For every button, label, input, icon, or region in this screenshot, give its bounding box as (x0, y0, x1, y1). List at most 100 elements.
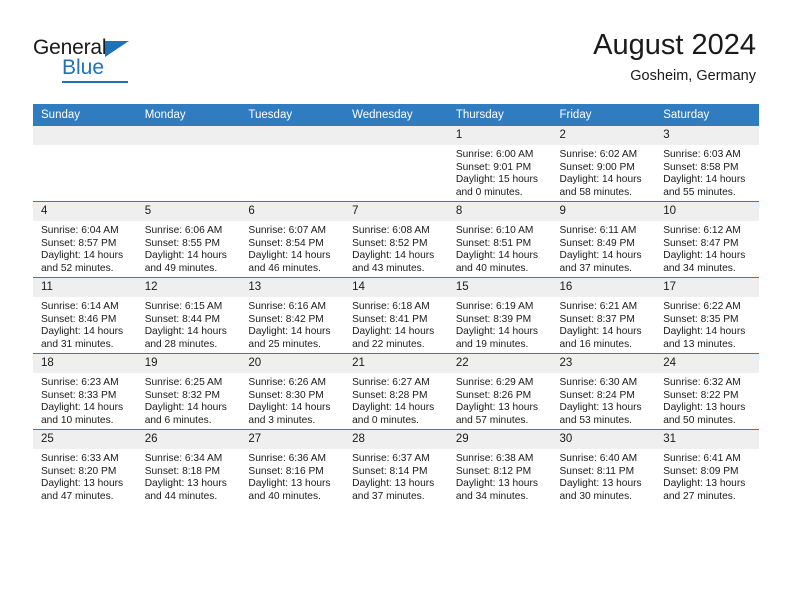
calendar-day-cell[interactable]: 24 Sunrise: 6:32 AM Sunset: 8:22 PM Dayligh… (655, 353, 759, 430)
day-details: Sunrise: 6:37 AM Sunset: 8:14 PM Daylight:… (344, 449, 448, 503)
calendar-day-cell[interactable]: 10 Sunrise: 6:12 AM Sunset: 8:47 PM Dayligh… (655, 201, 759, 278)
day-number: 11 (33, 278, 137, 297)
calendar-day-cell[interactable]: 22 Sunrise: 6:29 AM Sunset: 8:26 PM Dayligh… (447, 353, 552, 430)
sunset-text: Sunset: 8:52 PM (352, 237, 428, 249)
day-number: 16 (551, 278, 656, 297)
calendar-day-cell[interactable]: 12 Sunrise: 6:15 AM Sunset: 8:44 PM Dayligh… (136, 277, 241, 354)
calendar-day-cell[interactable]: 18 Sunrise: 6:23 AM Sunset: 8:33 PM Dayligh… (33, 353, 137, 430)
day-details: Sunrise: 6:06 AM Sunset: 8:55 PM Daylight:… (137, 221, 241, 275)
sunrise-text: Sunrise: 6:08 AM (352, 225, 430, 236)
sunrise-text: Sunrise: 6:18 AM (352, 301, 430, 312)
calendar-day-cell[interactable]: 2 Sunrise: 6:02 AM Sunset: 9:00 PM Daylight… (551, 126, 656, 202)
calendar-day-cell[interactable]: 21 Sunrise: 6:27 AM Sunset: 8:28 PM Dayligh… (344, 353, 448, 430)
day-number: 4 (33, 202, 137, 221)
calendar-day-cell[interactable]: 7 Sunrise: 6:08 AM Sunset: 8:52 PM Daylight… (344, 201, 448, 278)
calendar-day-cell[interactable]: 8 Sunrise: 6:10 AM Sunset: 8:51 PM Daylight… (447, 201, 552, 278)
daylight-text: Daylight: 14 hours and 49 minutes. (144, 250, 227, 274)
calendar-week-row: 11 Sunrise: 6:14 AM Sunset: 8:46 PM Dayligh… (33, 277, 759, 354)
day-number: 29 (447, 430, 552, 449)
sunrise-text: Sunrise: 6:14 AM (41, 301, 119, 312)
sunrise-text: Sunrise: 6:10 AM (455, 225, 534, 236)
calendar-day-cell[interactable]: 27 Sunrise: 6:36 AM Sunset: 8:16 PM Dayligh… (240, 429, 345, 505)
daylight-text: Daylight: 13 hours and 27 minutes. (663, 478, 746, 502)
calendar-day-cell[interactable]: 15 Sunrise: 6:19 AM Sunset: 8:39 PM Dayligh… (447, 277, 552, 354)
day-details: Sunrise: 6:02 AM Sunset: 9:00 PM Daylight:… (552, 145, 656, 199)
calendar-day-cell[interactable]: 6 Sunrise: 6:07 AM Sunset: 8:54 PM Daylight… (240, 201, 345, 278)
sunrise-text: Sunrise: 6:29 AM (455, 377, 534, 388)
day-number: 14 (344, 278, 448, 297)
day-number: 25 (33, 430, 137, 449)
calendar-day-cell[interactable]: 25 Sunrise: 6:33 AM Sunset: 8:20 PM Dayligh… (33, 429, 137, 505)
calendar-day-cell[interactable]: 29 Sunrise: 6:38 AM Sunset: 8:12 PM Dayligh… (447, 429, 552, 505)
day-details: Sunrise: 6:32 AM Sunset: 8:22 PM Daylight:… (655, 373, 759, 427)
calendar-day-cell[interactable]: 17 Sunrise: 6:22 AM Sunset: 8:35 PM Dayligh… (655, 277, 759, 354)
sunrise-text: Sunrise: 6:03 AM (663, 149, 741, 160)
sunrise-text: Sunrise: 6:23 AM (41, 377, 119, 388)
sunrise-text: Sunrise: 6:32 AM (663, 377, 741, 388)
day-details: Sunrise: 6:27 AM Sunset: 8:28 PM Daylight:… (344, 373, 448, 427)
general-blue-logo: General Blue (33, 36, 163, 86)
location-subtitle: Gosheim, Germany (630, 68, 756, 84)
calendar-day-cell[interactable]: 28 Sunrise: 6:37 AM Sunset: 8:14 PM Dayligh… (344, 429, 448, 505)
day-details: Sunrise: 6:40 AM Sunset: 8:11 PM Daylight:… (552, 449, 656, 503)
day-number: 31 (655, 430, 759, 449)
day-details: Sunrise: 6:36 AM Sunset: 8:16 PM Daylight:… (240, 449, 344, 503)
day-details: Sunrise: 6:25 AM Sunset: 8:32 PM Daylight:… (137, 373, 241, 427)
sunset-text: Sunset: 8:41 PM (352, 313, 428, 325)
sunrise-text: Sunrise: 6:30 AM (559, 377, 638, 388)
calendar-day-cell[interactable]: 20 Sunrise: 6:26 AM Sunset: 8:30 PM Dayligh… (240, 353, 345, 430)
logo-text-blue: Blue (62, 56, 105, 79)
calendar-day-cell-empty (33, 126, 137, 202)
calendar-day-cell[interactable]: 1 Sunrise: 6:00 AM Sunset: 9:01 PM Daylight… (447, 126, 552, 202)
sunset-text: Sunset: 8:09 PM (663, 465, 739, 477)
day-details: Sunrise: 6:30 AM Sunset: 8:24 PM Daylight:… (552, 373, 656, 427)
sunset-text: Sunset: 8:28 PM (352, 389, 428, 401)
day-details: Sunrise: 6:04 AM Sunset: 8:57 PM Daylight:… (33, 221, 137, 275)
day-details: Sunrise: 6:41 AM Sunset: 8:09 PM Daylight:… (655, 449, 759, 503)
day-details: Sunrise: 6:19 AM Sunset: 8:39 PM Daylight:… (448, 297, 552, 351)
calendar-day-cell[interactable]: 30 Sunrise: 6:40 AM Sunset: 8:11 PM Dayligh… (551, 429, 656, 505)
day-number: 30 (551, 430, 656, 449)
sunset-text: Sunset: 8:16 PM (248, 465, 324, 477)
sunset-text: Sunset: 8:49 PM (559, 237, 635, 249)
daylight-text: Daylight: 14 hours and 31 minutes. (41, 326, 124, 350)
calendar-day-cell[interactable]: 13 Sunrise: 6:16 AM Sunset: 8:42 PM Dayligh… (240, 277, 345, 354)
daylight-text: Daylight: 14 hours and 28 minutes. (144, 326, 227, 350)
calendar-day-cell[interactable]: 26 Sunrise: 6:34 AM Sunset: 8:18 PM Dayligh… (136, 429, 241, 505)
day-details: Sunrise: 6:34 AM Sunset: 8:18 PM Daylight:… (137, 449, 241, 503)
day-details: Sunrise: 6:03 AM Sunset: 8:58 PM Daylight:… (655, 145, 759, 199)
weekday-header-friday: Friday (551, 104, 656, 126)
sunset-text: Sunset: 8:55 PM (144, 237, 221, 249)
daylight-text: Daylight: 14 hours and 16 minutes. (559, 326, 642, 350)
day-number: 5 (136, 202, 241, 221)
weekday-header-thursday: Thursday (447, 104, 552, 126)
calendar-day-cell-empty (136, 126, 241, 202)
calendar-day-cell[interactable]: 31 Sunrise: 6:41 AM Sunset: 8:09 PM Dayligh… (655, 429, 759, 505)
calendar-grid: Sunday Monday Tuesday Wednesday Thursday… (33, 104, 759, 505)
calendar-day-cell[interactable]: 23 Sunrise: 6:30 AM Sunset: 8:24 PM Dayligh… (551, 353, 656, 430)
day-details: Sunrise: 6:14 AM Sunset: 8:46 PM Daylight:… (33, 297, 137, 351)
sunset-text: Sunset: 8:11 PM (559, 465, 635, 477)
day-number: 1 (447, 126, 552, 145)
calendar-day-cell[interactable]: 14 Sunrise: 6:18 AM Sunset: 8:41 PM Dayligh… (344, 277, 448, 354)
sunset-text: Sunset: 8:26 PM (455, 389, 532, 401)
title-block: August 2024 Gosheim, Germany (593, 28, 756, 86)
calendar-day-cell[interactable]: 19 Sunrise: 6:25 AM Sunset: 8:32 PM Dayligh… (136, 353, 241, 430)
calendar-day-cell[interactable]: 9 Sunrise: 6:11 AM Sunset: 8:49 PM Daylight… (551, 201, 656, 278)
daylight-text: Daylight: 14 hours and 43 minutes. (352, 250, 435, 274)
day-number: 18 (33, 354, 137, 373)
daylight-text: Daylight: 13 hours and 37 minutes. (352, 478, 435, 502)
calendar-day-cell[interactable]: 16 Sunrise: 6:21 AM Sunset: 8:37 PM Dayligh… (551, 277, 656, 354)
sunset-text: Sunset: 9:01 PM (455, 161, 532, 173)
weekday-header-row: Sunday Monday Tuesday Wednesday Thursday… (33, 104, 759, 126)
day-details: Sunrise: 6:11 AM Sunset: 8:49 PM Daylight:… (552, 221, 656, 275)
day-number (136, 126, 241, 145)
calendar-day-cell[interactable]: 4 Sunrise: 6:04 AM Sunset: 8:57 PM Daylight… (33, 201, 137, 278)
weekday-header-tuesday: Tuesday (240, 104, 345, 126)
calendar-day-cell[interactable]: 5 Sunrise: 6:06 AM Sunset: 8:55 PM Daylight… (136, 201, 241, 278)
calendar-day-cell[interactable]: 3 Sunrise: 6:03 AM Sunset: 8:58 PM Daylight… (655, 126, 759, 202)
calendar-week-row: 18 Sunrise: 6:23 AM Sunset: 8:33 PM Dayligh… (33, 353, 759, 430)
day-number: 23 (551, 354, 656, 373)
logo-underline (62, 81, 128, 83)
calendar-day-cell[interactable]: 11 Sunrise: 6:14 AM Sunset: 8:46 PM Dayligh… (33, 277, 137, 354)
